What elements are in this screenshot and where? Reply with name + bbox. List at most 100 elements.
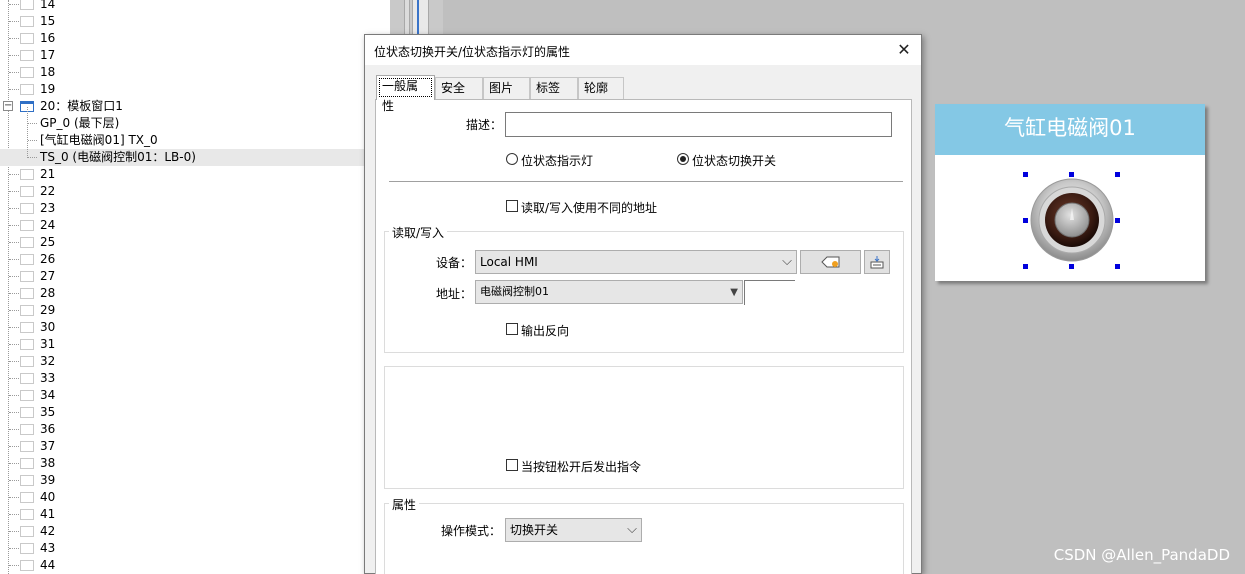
selection-handle[interactable] — [1115, 172, 1120, 177]
tab-3[interactable]: 标签 — [530, 77, 578, 99]
chevron-down-icon: ⌵ — [627, 522, 637, 537]
tree-child-object[interactable]: GP_0 (最下层) — [0, 115, 365, 132]
tree-item-window[interactable]: 15 — [0, 13, 390, 30]
radio-bit-toggle-switch[interactable] — [677, 153, 689, 165]
tree-item-window[interactable]: 24 — [0, 217, 390, 234]
tree-item-window[interactable]: 31 — [0, 336, 390, 353]
tree-item-window[interactable]: 43 — [0, 540, 390, 557]
tree-item-window[interactable]: 37 — [0, 438, 390, 455]
address-browse-button[interactable] — [864, 250, 890, 274]
tree-item-window[interactable]: 23 — [0, 200, 390, 217]
selection-handle[interactable] — [1023, 264, 1028, 269]
tab-4[interactable]: 轮廓 — [578, 77, 624, 99]
window-icon — [20, 16, 34, 27]
window-tree-panel: 14 15 16 17 18 19 − 20：模板窗口1 GP_0 (最下层) [气缸电磁阀01]… — [0, 0, 390, 574]
tree-item-window[interactable]: 16 — [0, 30, 390, 47]
device-select[interactable]: Local HMI ⌵ — [475, 250, 797, 274]
window-icon — [20, 203, 34, 214]
tab-panel-general: 描述： 位状态指示灯 位状态切换开关 读取/写入使用不同的地址 读取/写入 设备… — [375, 99, 912, 574]
diff-address-label: 读取/写入使用不同的地址 — [521, 201, 658, 215]
tree-item-window[interactable]: 36 — [0, 421, 390, 438]
dialog-titlebar[interactable]: 位状态切换开关/位状态指示灯的属性 ✕ — [365, 35, 921, 65]
window-icon — [20, 560, 34, 571]
tree-connector — [9, 242, 19, 243]
tree-connector — [9, 548, 19, 549]
tree-child-label: TS_0 (电磁阀控制01：LB-0) — [40, 150, 196, 164]
operation-mode-select[interactable]: 切换开关 ⌵ — [505, 518, 642, 542]
tree-item-window[interactable]: 28 — [0, 285, 390, 302]
tree-item-window[interactable]: 34 — [0, 387, 390, 404]
selection-handle[interactable] — [1069, 172, 1074, 177]
tree-item-window[interactable]: 22 — [0, 183, 390, 200]
tree-child-object[interactable]: [气缸电磁阀01] TX_0 — [0, 132, 365, 149]
tab-1[interactable]: 安全 — [435, 77, 483, 99]
separator — [389, 181, 903, 182]
address-select[interactable]: 电磁阀控制01 ▼ — [475, 280, 743, 304]
selection-handle[interactable] — [1115, 264, 1120, 269]
tree-child-object[interactable]: TS_0 (电磁阀控制01：LB-0) — [0, 149, 365, 166]
tree-item-window[interactable]: 38 — [0, 455, 390, 472]
release-command-label: 当按钮松开后发出指令 — [521, 460, 642, 474]
tree-connector — [9, 497, 19, 498]
window-icon — [20, 33, 34, 44]
selection-handle[interactable] — [1023, 218, 1028, 223]
tab-0[interactable]: 一般属性 — [376, 75, 435, 113]
tree-item-window[interactable]: 41 — [0, 506, 390, 523]
tree-item-window[interactable]: 30 — [0, 319, 390, 336]
address-index-input[interactable] — [744, 280, 795, 305]
tree-item-window[interactable]: 14 — [0, 0, 390, 13]
tree-item-window[interactable]: 21 — [0, 166, 390, 183]
trigger-group — [384, 366, 904, 489]
window-icon — [20, 67, 34, 78]
tree-item-window[interactable]: 19 — [0, 81, 390, 98]
tree-item-label: 14 — [40, 0, 56, 11]
collapse-icon[interactable]: − — [3, 101, 13, 111]
tree-item-window[interactable]: 35 — [0, 404, 390, 421]
tree-item-label: 43 — [40, 541, 56, 555]
selection-handle[interactable] — [1115, 218, 1120, 223]
tree-item-label: 24 — [40, 218, 56, 232]
tree-item-window[interactable]: 17 — [0, 47, 390, 64]
tree-item-label: 33 — [40, 371, 56, 385]
release-command-checkbox[interactable] — [506, 459, 518, 471]
tree-connector — [28, 157, 37, 158]
radio-bit-indicator[interactable] — [506, 153, 518, 165]
tree-connector — [9, 174, 19, 175]
tree-item-window[interactable]: 42 — [0, 523, 390, 540]
tree-item-label: 39 — [40, 473, 56, 487]
tree-item-window[interactable]: 44 — [0, 557, 390, 574]
tree-item-window[interactable]: 25 — [0, 234, 390, 251]
tab-2[interactable]: 图片 — [483, 77, 530, 99]
tree-connector — [9, 344, 19, 345]
tree-item-window[interactable]: 18 — [0, 64, 390, 81]
device-select-value: Local HMI — [480, 255, 538, 269]
tree-item-window[interactable]: 40 — [0, 489, 390, 506]
toggle-switch-knob-icon[interactable] — [1030, 178, 1114, 262]
tag-icon — [820, 256, 839, 268]
window-icon — [20, 50, 34, 61]
tree-item-window[interactable]: 29 — [0, 302, 390, 319]
tree-connector — [9, 327, 19, 328]
selection-handle[interactable] — [1023, 172, 1028, 177]
tree-connector — [9, 55, 19, 56]
tree-connector — [9, 293, 19, 294]
description-input[interactable] — [505, 112, 892, 137]
tree-item-window[interactable]: 39 — [0, 472, 390, 489]
tree-item-label: 30 — [40, 320, 56, 334]
radio-bit-indicator-label: 位状态指示灯 — [521, 154, 594, 168]
tree-item-label: 28 — [40, 286, 56, 300]
close-icon[interactable]: ✕ — [893, 39, 915, 61]
invert-output-checkbox[interactable] — [506, 323, 518, 335]
radio-bit-toggle-switch-label: 位状态切换开关 — [692, 154, 777, 168]
tree-item-window[interactable]: 33 — [0, 370, 390, 387]
address-select-value: 电磁阀控制01 — [480, 285, 549, 298]
tree-connector — [9, 89, 19, 90]
window-icon — [20, 220, 34, 231]
device-settings-button[interactable] — [800, 250, 861, 274]
tree-item-window[interactable]: 32 — [0, 353, 390, 370]
tree-item-window-expanded[interactable]: − 20：模板窗口1 — [0, 98, 390, 115]
tree-item-window[interactable]: 26 — [0, 251, 390, 268]
selection-handle[interactable] — [1069, 264, 1074, 269]
diff-address-checkbox[interactable] — [506, 200, 518, 212]
tree-item-window[interactable]: 27 — [0, 268, 390, 285]
